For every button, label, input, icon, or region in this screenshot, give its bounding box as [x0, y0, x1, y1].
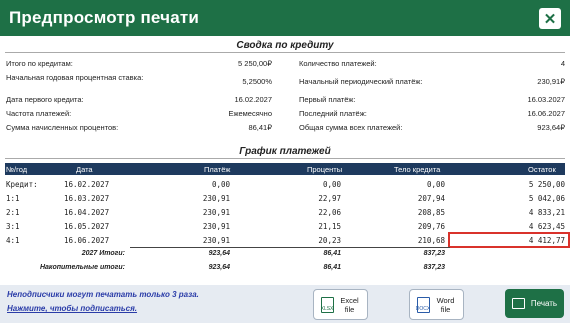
- title-bar: Предпросмотр печати ✕: [0, 0, 570, 36]
- summary-value: 230,91₽: [537, 77, 565, 86]
- row-num: 2:1: [6, 208, 20, 217]
- summary-label: Последний платёж:: [299, 109, 367, 118]
- subscribe-link[interactable]: Нажмите, чтобы подписаться.: [7, 304, 137, 313]
- row-payment: 230,91: [202, 194, 230, 203]
- row-principal: 0,00: [426, 180, 445, 189]
- printer-icon: [511, 298, 525, 309]
- summary-label: Количество платежей:: [299, 59, 377, 68]
- row-date: 16.06.2027: [64, 236, 110, 245]
- cumulative-label: Накопительные итоги:: [39, 264, 125, 271]
- excel-file-button[interactable]: XLSX Excel file: [313, 289, 368, 320]
- word-file-button[interactable]: DOCX Word file: [409, 289, 464, 320]
- print-preview-window: Предпросмотр печати ✕ Сводка по кредиту …: [0, 0, 570, 323]
- summary-label: Частота платежей:: [6, 109, 72, 118]
- totals-principal: 837,23: [423, 250, 445, 257]
- header-date: Дата: [76, 165, 93, 174]
- header-num: №/год: [6, 165, 28, 174]
- excel-button-label: Excel file: [340, 295, 359, 314]
- print-button[interactable]: Печать: [505, 289, 564, 318]
- summary-label: Общая сумма всех платежей:: [299, 123, 403, 132]
- footer-bar: Неподписчики могут печатать только 3 раз…: [0, 285, 570, 323]
- excel-file-icon: XLSX: [320, 296, 334, 313]
- cumulative-principal: 837,23: [423, 264, 445, 271]
- summary-value: 16.03.2027: [527, 95, 565, 104]
- row-principal: 207,94: [417, 194, 445, 203]
- row-interest: 22,06: [318, 208, 341, 217]
- row-balance: 5 250,00: [528, 180, 565, 189]
- print-button-label: Печать: [530, 299, 558, 308]
- header-balance: Остаток: [528, 165, 556, 174]
- header-principal: Тело кредита: [394, 165, 441, 174]
- summary-divider: [5, 52, 565, 53]
- summary-label: Начальная годовая процентная ставка:: [6, 73, 144, 82]
- summary-label: Первый платёж:: [299, 95, 356, 104]
- row-payment: 230,91: [202, 236, 230, 245]
- summary-value: 16.02.2027: [234, 95, 272, 104]
- summary-label: Дата первого кредита:: [6, 95, 84, 104]
- summary-label: Сумма начисленных процентов:: [6, 123, 119, 132]
- header-interest: Проценты: [307, 165, 343, 174]
- promo-notice: Неподписчики могут печатать только 3 раз…: [7, 290, 199, 299]
- row-interest: 21,15: [318, 222, 341, 231]
- row-payment: 230,91: [202, 208, 230, 217]
- row-payment: 230,91: [202, 222, 230, 231]
- schedule-divider: [5, 158, 565, 159]
- row-num: 3:1: [6, 222, 20, 231]
- row-principal: 208,85: [417, 208, 445, 217]
- summary-label: Итого по кредитам:: [6, 59, 73, 68]
- row-date: 16.04.2027: [64, 208, 110, 217]
- row-interest: 20,23: [318, 236, 341, 245]
- totals-label: 2027 Итоги:: [81, 250, 125, 257]
- cumulative-payment: 923,64: [208, 264, 230, 271]
- word-file-icon: DOCX: [416, 296, 430, 313]
- summary-value: Ежемесячно: [228, 109, 272, 118]
- summary-value: 4: [560, 59, 565, 68]
- close-button[interactable]: ✕: [539, 8, 561, 29]
- summary-value: 16.06.2027: [527, 109, 565, 118]
- row-principal: 210,68: [417, 236, 445, 245]
- row-balance: 4 833,21: [528, 208, 565, 217]
- row-date: 16.03.2027: [64, 194, 110, 203]
- summary-value: 5,2500%: [242, 77, 272, 86]
- summary-label: Начальный периодический платёж:: [299, 77, 423, 86]
- window-title: Предпросмотр печати: [9, 8, 200, 27]
- header-payment: Платёж: [204, 165, 231, 174]
- row-num: 1:1: [6, 194, 20, 203]
- row-interest: 22,97: [318, 194, 341, 203]
- balance-highlight-box: [448, 232, 570, 248]
- cumulative-interest: 86,41: [323, 264, 341, 271]
- summary-title: Сводка по кредиту: [236, 40, 334, 51]
- row-date: 16.05.2027: [64, 222, 110, 231]
- row-balance: 5 042,06: [528, 194, 565, 203]
- schedule-title: График платежей: [239, 146, 331, 157]
- schedule-header-row: №/год Дата Платёж Проценты Тело кредита …: [5, 163, 565, 175]
- row-date: 16.02.2027: [64, 180, 110, 189]
- row-num: 4:1: [6, 236, 20, 245]
- preview-content: Сводка по кредиту Итого по кредитам: 5 2…: [0, 36, 570, 285]
- close-icon: ✕: [543, 10, 557, 28]
- summary-value: 923,64₽: [537, 123, 565, 132]
- summary-value: 5 250,00₽: [238, 59, 272, 68]
- word-button-label: Word file: [436, 295, 455, 314]
- row-num: Кредит:: [6, 180, 38, 189]
- row-principal: 209,76: [417, 222, 445, 231]
- row-balance: 4 623,45: [528, 222, 565, 231]
- row-payment: 0,00: [211, 180, 230, 189]
- totals-interest: 86,41: [323, 250, 341, 257]
- row-interest: 0,00: [322, 180, 341, 189]
- summary-value: 86,41₽: [248, 123, 272, 132]
- totals-payment: 923,64: [208, 250, 230, 257]
- totals-divider: [130, 247, 450, 248]
